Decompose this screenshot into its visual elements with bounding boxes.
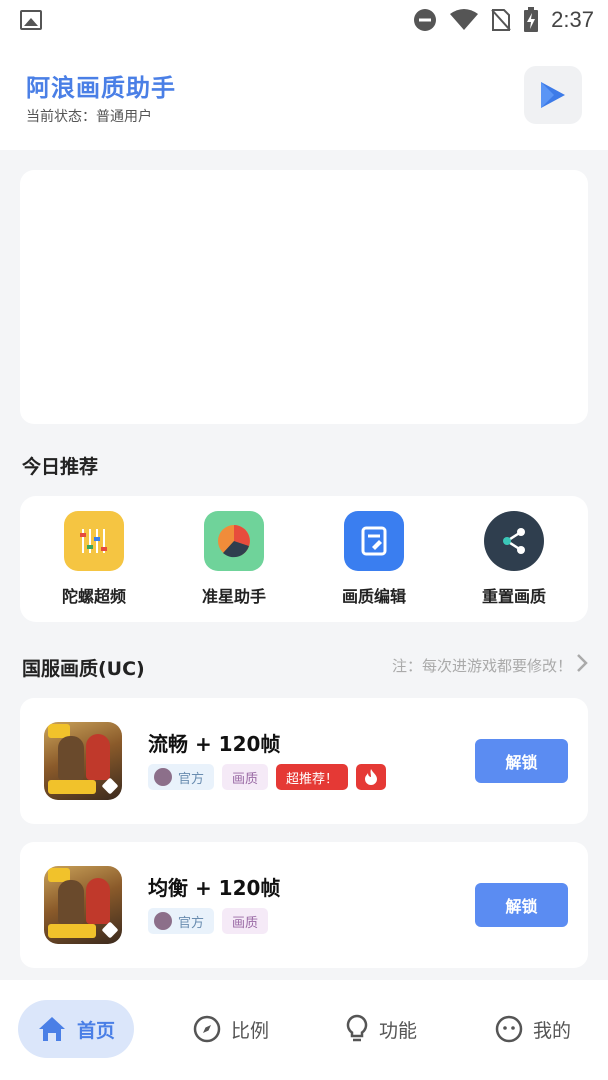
server-section-title: 国服画质(UC): [22, 658, 145, 680]
fire-icon: [356, 764, 387, 790]
rec-item-label: 画质编辑: [341, 587, 406, 606]
game-title: 均衡 + 120帧: [148, 876, 281, 900]
nav-item-features[interactable]: 功能: [338, 1000, 424, 1058]
game-card: 流畅 + 120帧 官方 画质 超推荐！ 解锁: [20, 698, 588, 824]
game-thumbnail: [44, 866, 122, 944]
unlock-button[interactable]: 解锁: [475, 883, 568, 927]
tag-list: 官方 画质: [148, 908, 269, 934]
play-icon: [541, 82, 565, 108]
app-header: 阿浪画质助手 当前状态：普通用户: [0, 40, 608, 150]
dnd-icon: [414, 9, 437, 31]
banner-area: [20, 170, 588, 424]
app-title: 阿浪画质助手: [26, 74, 176, 102]
pie-chart-icon: [204, 511, 264, 571]
clock-time: 2:37: [551, 7, 594, 32]
nav-item-home[interactable]: 首页: [18, 1000, 134, 1058]
recommend-card: 陀螺超频 准星助手 画质编辑 重置画质: [20, 496, 588, 622]
edit-document-icon: [344, 511, 404, 571]
share-icon: [484, 511, 544, 571]
play-store-button[interactable]: [524, 66, 582, 124]
user-face-icon: [495, 1015, 523, 1043]
game-title: 流畅 + 120帧: [148, 732, 281, 756]
rec-item-reset-quality[interactable]: 重置画质: [454, 511, 574, 607]
avatar: [154, 768, 172, 786]
status-icons: 2:37: [413, 6, 594, 34]
lightbulb-icon: [346, 1014, 368, 1042]
battery-charging-icon: [524, 7, 539, 32]
rec-item-quality-editor[interactable]: 画质编辑: [314, 511, 434, 607]
game-card: 均衡 + 120帧 官方 画质 解锁: [20, 842, 588, 968]
nav-label: 首页: [76, 1019, 115, 1042]
recommend-title: 今日推荐: [22, 456, 99, 478]
nav-label: 我的: [532, 1019, 571, 1042]
quality-tag: 画质: [222, 908, 269, 934]
nav-item-mine[interactable]: 我的: [490, 1000, 576, 1058]
nav-item-ratio[interactable]: 比例: [186, 1000, 276, 1058]
official-tag: 官方: [148, 908, 215, 934]
unlock-button[interactable]: 解锁: [475, 739, 568, 783]
user-status-text: 当前状态：普通用户: [26, 109, 152, 125]
status-bar: 2:37: [0, 0, 608, 40]
compass-icon: [193, 1015, 221, 1043]
nav-label: 功能: [378, 1019, 417, 1042]
rec-item-label: 准星助手: [201, 587, 266, 606]
rec-item-gyro-overclock[interactable]: 陀螺超频: [34, 511, 154, 607]
game-thumbnail: [44, 722, 122, 800]
equalizer-icon: [64, 511, 124, 571]
rec-item-label: 重置画质: [481, 587, 546, 606]
rec-item-crosshair-helper[interactable]: 准星助手: [174, 511, 294, 607]
chevron-right-icon[interactable]: [576, 652, 588, 674]
image-notification-icon: [20, 10, 42, 30]
quality-tag: 画质: [222, 764, 269, 790]
nav-label: 比例: [230, 1019, 269, 1042]
official-tag: 官方: [148, 764, 215, 790]
recommended-tag: 超推荐！: [276, 764, 349, 790]
notice-text[interactable]: 注：每次进游戏都要修改！: [392, 655, 572, 676]
bottom-nav: 首页 比例 功能 我的: [0, 980, 608, 1080]
no-sim-icon: [491, 9, 511, 31]
tag-list: 官方 画质 超推荐！: [148, 764, 387, 790]
rec-item-label: 陀螺超频: [61, 587, 126, 606]
wifi-icon: [450, 9, 479, 30]
avatar: [154, 912, 172, 930]
home-icon: [38, 1017, 65, 1041]
